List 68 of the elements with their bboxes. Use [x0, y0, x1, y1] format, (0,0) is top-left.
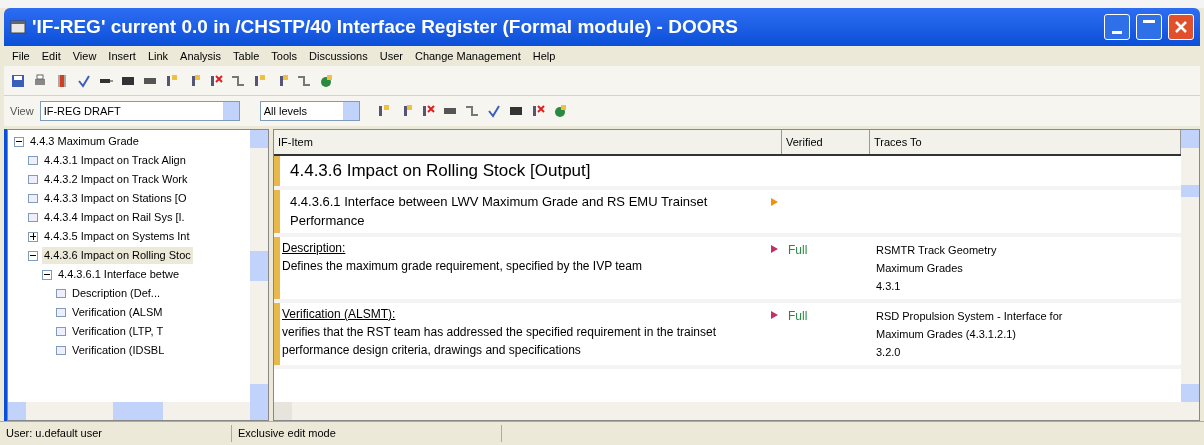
new-object-icon[interactable]	[252, 72, 268, 89]
vertical-scrollbar[interactable]	[1181, 130, 1199, 402]
expand-toggle-icon[interactable]	[28, 231, 38, 242]
tree-item[interactable]: 4.4.3.6.1 Interface betwe	[56, 266, 182, 283]
globe-icon[interactable]	[318, 72, 334, 89]
menu-item[interactable]: Discussions	[309, 47, 368, 65]
collapse-toggle-icon[interactable]	[14, 136, 24, 147]
object-title: Verification (ALSMT):	[282, 305, 397, 323]
tree-item[interactable]: 4.4.3.5 Impact on Systems Int	[42, 228, 192, 245]
menu-item[interactable]: Insert	[108, 47, 136, 65]
object-text: Defines the maximum grade requirement, specified by the IVP team	[282, 257, 643, 275]
trace-link[interactable]: Maximum Grades (4.3.1.2.1)	[876, 324, 1175, 343]
new-object-icon[interactable]	[164, 72, 180, 89]
menu-item[interactable]: Edit	[41, 47, 61, 65]
view-label: View	[10, 103, 34, 119]
menu-item[interactable]: Link	[147, 47, 169, 65]
trace-link[interactable]: RSMTR Track Geometry	[876, 240, 1175, 259]
document-icon	[10, 19, 26, 35]
section-heading: 4.4.3.6.1 Interface between LWV Maximum Grade and RS EMU Trainset Performance	[289, 192, 709, 230]
object-title: Description:	[282, 239, 347, 257]
section-heading: 4.4.3.6 Impact on Rolling Stock [Output]	[289, 160, 592, 182]
menu-item[interactable]: Table	[233, 47, 260, 65]
change-bar	[274, 302, 280, 365]
menu-item[interactable]: Change Management	[414, 47, 521, 65]
horizontal-scrollbar[interactable]	[274, 402, 1199, 420]
tree-item[interactable]: 4.4.3 Maximum Grade	[28, 133, 141, 150]
menu-item[interactable]: Analysis	[180, 47, 222, 65]
view-dropdown[interactable]: IF-REG DRAFT	[39, 101, 240, 121]
status-text: User: u.default user	[0, 425, 232, 442]
column-header[interactable]: IF-Item	[274, 130, 782, 154]
table-cell: Full	[788, 308, 808, 323]
trace-link[interactable]: 4.3.1	[876, 276, 1175, 295]
delete-object-icon[interactable]	[208, 72, 224, 89]
close-icon	[1174, 20, 1188, 34]
tree-item[interactable]: 4.4.3.6 Impact on Rolling Stoc	[42, 247, 193, 264]
object-text: verifies that the RST team has addressed the specified requirement in the trainset performance design criteria, drawings and specifications	[282, 323, 717, 359]
save-icon[interactable]	[10, 72, 26, 89]
table-cell: Full	[788, 242, 808, 257]
column-header[interactable]: Verified	[782, 130, 870, 154]
collapse-toggle-icon[interactable]	[28, 250, 38, 261]
tree-item[interactable]: Description (Def...	[70, 285, 163, 302]
change-bar	[274, 236, 280, 299]
tree-item[interactable]: 4.4.3.4 Impact on Rail Sys [I.	[42, 209, 187, 226]
tree-item[interactable]: 4.4.3.3 Impact on Stations [O	[42, 190, 189, 207]
maximize-button[interactable]	[1136, 14, 1162, 40]
trace-link[interactable]: Maximum Grades	[876, 258, 1175, 277]
horizontal-scrollbar[interactable]	[8, 402, 268, 420]
menu-item[interactable]: Help	[532, 47, 556, 65]
minimize-button[interactable]	[1104, 14, 1130, 40]
menu-item[interactable]: User	[379, 47, 403, 65]
menu-item[interactable]: Tools	[271, 47, 297, 65]
tree-item[interactable]: 4.4.3.2 Impact on Track Work	[42, 171, 190, 188]
tree-item[interactable]: Verification (ALSM	[70, 304, 165, 321]
menu-item[interactable]: File	[12, 47, 30, 65]
menu-item[interactable]: View	[72, 47, 97, 65]
tree-item[interactable]: Verification (IDSBL	[70, 342, 167, 359]
window-title: 'IF-REG' current 0.0 in /CHSTP/40 Interface Register (Formal module) - DOORS	[32, 14, 739, 39]
tree-item[interactable]: Verification (LTP, T	[70, 323, 166, 340]
level-dropdown[interactable]: All levels	[259, 101, 360, 121]
vertical-scrollbar[interactable]	[250, 130, 268, 402]
trace-link[interactable]: 3.2.0	[876, 342, 1175, 361]
tree-item[interactable]: 4.4.3.1 Impact on Track Align	[42, 152, 188, 169]
change-bar	[274, 189, 280, 233]
change-bar	[274, 156, 280, 186]
collapse-toggle-icon[interactable]	[42, 269, 52, 280]
close-button[interactable]	[1168, 14, 1194, 40]
status-text: Exclusive edit mode	[232, 425, 502, 442]
trace-link[interactable]: RSD Propulsion System - Interface for	[876, 306, 1175, 325]
